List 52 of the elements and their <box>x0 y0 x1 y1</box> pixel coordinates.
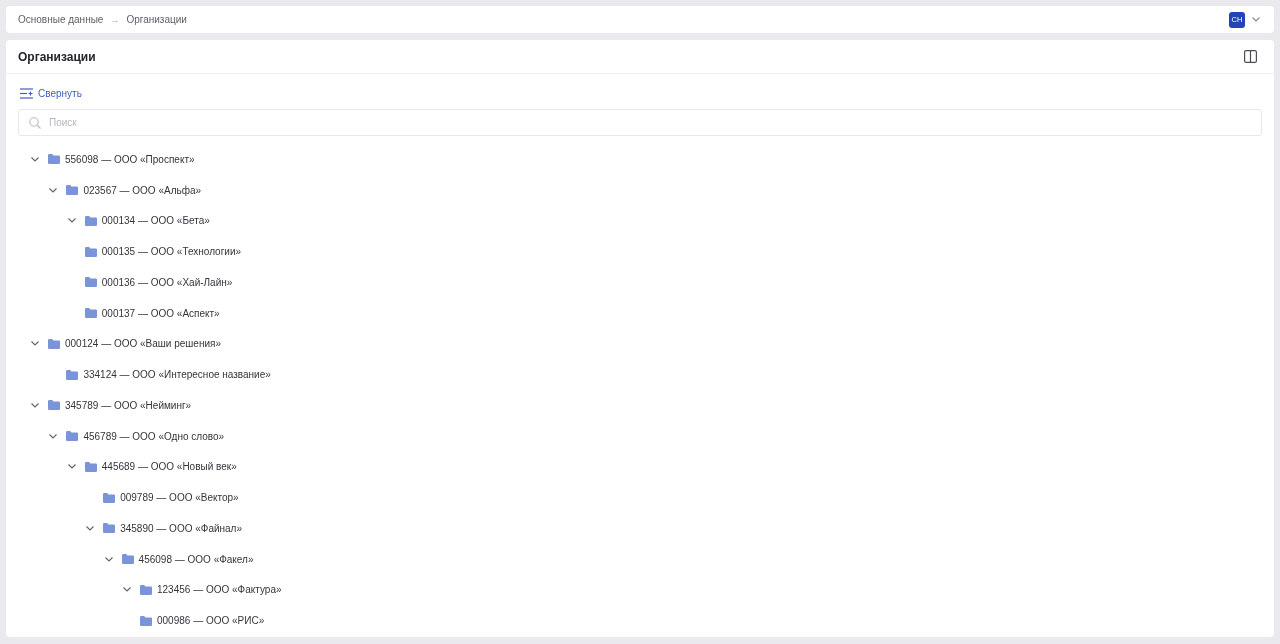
tree-node-label[interactable]: 456098 — ООО «Факел» <box>138 553 254 565</box>
folder-icon <box>103 523 116 534</box>
search-field[interactable]: Поиск <box>18 109 1262 136</box>
folder-icon <box>48 338 60 349</box>
lines-plus-icon <box>20 87 33 99</box>
tree-node-label[interactable]: 009789 — ООО «Вектор» <box>120 492 239 504</box>
breadcrumb-separator: → <box>110 14 120 25</box>
folder-icon <box>66 369 79 380</box>
folder-icon <box>66 431 79 442</box>
tree-node-label[interactable]: 556098 — ООО «Проспект» <box>65 153 195 165</box>
tree-node-label[interactable]: 456789 — ООО «Одно слово» <box>83 430 225 442</box>
folder-icon <box>66 185 79 196</box>
chevron-down-icon[interactable] <box>49 187 58 193</box>
tree-node-label[interactable]: 334124 — ООО «Интересное название» <box>83 369 271 381</box>
breadcrumb-link[interactable]: Основные данные <box>18 14 104 25</box>
chevron-down-icon[interactable] <box>49 433 58 439</box>
tree-node-label[interactable]: 000135 — ООО «Технологии» <box>101 246 242 258</box>
tree-node-label[interactable]: 345890 — ООО «Файнал» <box>120 522 243 534</box>
folder-icon <box>140 615 152 626</box>
tree-node-label[interactable]: 000137 — ООО «Аспект» <box>101 307 220 319</box>
tree-node-label[interactable]: 000124 — ООО «Ваши решения» <box>65 338 221 350</box>
folder-icon <box>103 492 116 503</box>
chevron-down-icon[interactable] <box>104 556 113 562</box>
chevron-down-icon[interactable] <box>67 218 76 224</box>
folder-icon <box>121 554 134 565</box>
folder-icon <box>84 277 97 288</box>
tree-node-label[interactable]: 123456 — ООО «Фактура» <box>157 584 282 596</box>
chevron-down-icon[interactable] <box>31 402 39 408</box>
folder-icon <box>48 400 60 411</box>
tree-node-label[interactable]: 000136 — ООО «Хай-Лайн» <box>101 276 233 288</box>
search-icon <box>29 116 41 129</box>
tree-node-label[interactable]: 445689 — ООО «Новый век» <box>101 461 237 473</box>
folder-icon <box>84 215 97 226</box>
folder-icon <box>140 584 152 595</box>
folder-icon <box>84 246 97 257</box>
chevron-down-icon[interactable] <box>123 587 131 593</box>
folder-icon <box>84 308 97 319</box>
split-panel-icon[interactable] <box>1244 50 1257 63</box>
tree-node-label[interactable]: 000134 — ООО «Бета» <box>101 215 210 227</box>
chevron-down-icon[interactable] <box>86 525 95 531</box>
chevron-down-icon[interactable] <box>31 341 39 347</box>
tree-node-label[interactable]: 000986 — ООО «РИС» <box>157 615 265 627</box>
collapse-button[interactable]: Свернуть <box>18 81 84 105</box>
tree-node-label[interactable]: 345789 — ООО «Нейминг» <box>65 399 192 411</box>
chevron-down-icon[interactable] <box>67 464 76 470</box>
folder-icon <box>48 154 60 165</box>
breadcrumb-current: Организации <box>126 14 187 25</box>
tree-node-label[interactable]: 023567 — ООО «Альфа» <box>83 184 202 196</box>
caret-down-icon[interactable] <box>1252 17 1260 22</box>
panel-title: Организации <box>18 49 96 64</box>
folder-icon <box>84 461 97 472</box>
chevron-down-icon[interactable] <box>31 156 39 162</box>
